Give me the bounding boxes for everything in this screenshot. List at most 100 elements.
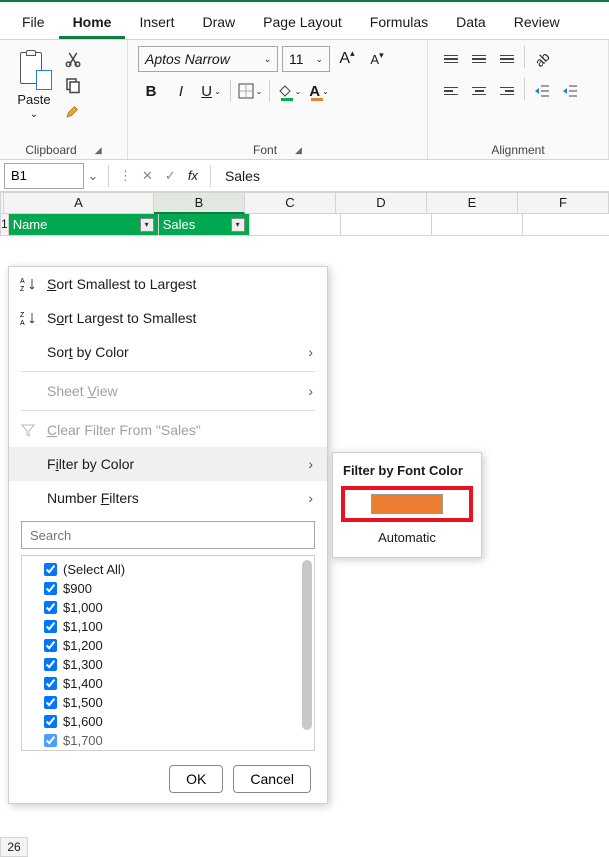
clipboard-label: Clipboard [25, 143, 76, 157]
alignment-group-label: Alignment [491, 143, 544, 157]
check-item[interactable]: $1,600 [28, 712, 308, 731]
cancel-formula-icon[interactable]: ✕ [136, 168, 159, 184]
cell-d1[interactable] [341, 214, 432, 236]
sort-largest-smallest[interactable]: ZA Sort Largest to Smallest [9, 301, 327, 335]
increase-indent[interactable] [557, 78, 583, 104]
fx-icon[interactable]: fx [182, 168, 204, 183]
clear-filter: Clear Filter From "Sales" [9, 413, 327, 447]
group-clipboard: Paste ⌄ Clipboard ◢ [0, 40, 128, 159]
filter-handle-b[interactable]: ▾ [231, 218, 245, 232]
check-item[interactable]: $900 [28, 579, 308, 598]
align-center[interactable] [466, 78, 492, 104]
check-item[interactable]: $1,400 [28, 674, 308, 693]
cell-e1[interactable] [432, 214, 523, 236]
underline-button[interactable]: U⌄ [198, 78, 224, 104]
copy-icon[interactable] [64, 76, 82, 94]
name-box-dropdown[interactable]: ⌄ [84, 168, 102, 184]
font-color-swatch[interactable] [371, 494, 443, 514]
menu-data[interactable]: Data [442, 8, 500, 39]
filter-search-input[interactable] [21, 521, 315, 549]
sort-asc-icon: AZ [19, 275, 37, 293]
filter-handle-a[interactable]: ▾ [140, 218, 154, 232]
formula-input[interactable]: Sales [217, 164, 609, 188]
row-header-26[interactable]: 26 [0, 837, 28, 857]
check-item[interactable]: $1,700 [28, 731, 308, 750]
menu-formulas[interactable]: Formulas [356, 8, 442, 39]
fn-dots-icon[interactable]: ⋮ [115, 168, 136, 184]
format-painter-icon[interactable] [64, 102, 82, 120]
font-color-button[interactable]: A⌄ [306, 78, 332, 104]
automatic-option[interactable]: Automatic [333, 526, 481, 549]
checklist-scrollbar[interactable] [302, 560, 312, 730]
col-header-e[interactable]: E [427, 192, 518, 214]
cancel-button[interactable]: Cancel [233, 765, 311, 793]
row-header-1[interactable]: 1 [0, 214, 9, 236]
decrease-font-icon[interactable]: A▾ [364, 46, 390, 72]
borders-button[interactable]: ⌄ [237, 78, 263, 104]
col-header-f[interactable]: F [518, 192, 609, 214]
fill-color-button[interactable]: ⌄ [276, 78, 302, 104]
sort-by-color[interactable]: Sort by Color › [9, 335, 327, 369]
check-item[interactable]: $1,500 [28, 693, 308, 712]
svg-text:A: A [20, 320, 25, 326]
col-header-c[interactable]: C [245, 192, 336, 214]
cell-f1[interactable] [523, 214, 609, 236]
paste-dropdown[interactable]: ⌄ [30, 109, 38, 120]
align-right[interactable] [494, 78, 520, 104]
menu-draw[interactable]: Draw [188, 8, 249, 39]
paste-button[interactable]: Paste ⌄ [10, 46, 58, 124]
name-box[interactable] [4, 163, 84, 189]
formula-bar: ⌄ ⋮ ✕ ✓ fx Sales [0, 160, 609, 192]
svg-text:A: A [20, 278, 25, 285]
align-bottom[interactable] [494, 46, 520, 72]
font-group-label: Font [253, 143, 277, 157]
color-highlight-box [341, 486, 473, 522]
ok-button[interactable]: OK [169, 765, 223, 793]
check-item[interactable]: $1,100 [28, 617, 308, 636]
menu-file[interactable]: File [8, 8, 59, 39]
check-item[interactable]: $1,200 [28, 636, 308, 655]
align-top[interactable] [438, 46, 464, 72]
font-launcher-icon[interactable]: ◢ [295, 145, 302, 156]
sort-smallest-largest[interactable]: AZ Sort Smallest to Largest [9, 267, 327, 301]
col-header-a[interactable]: A [4, 192, 154, 214]
menu-review[interactable]: Review [500, 8, 574, 39]
menu-home[interactable]: Home [59, 8, 126, 39]
increase-font-icon[interactable]: A▴ [334, 46, 360, 72]
cell-c1[interactable] [250, 214, 341, 236]
check-select-all[interactable]: (Select All) [28, 560, 308, 579]
align-middle[interactable] [466, 46, 492, 72]
filter-by-color[interactable]: Filter by Color › [9, 447, 327, 481]
group-alignment: ab Alignment [428, 40, 609, 159]
menu-insert[interactable]: Insert [125, 8, 188, 39]
clipboard-launcher-icon[interactable]: ◢ [95, 145, 102, 156]
col-header-d[interactable]: D [336, 192, 427, 214]
decrease-indent[interactable] [529, 78, 555, 104]
bold-button[interactable]: B [138, 78, 164, 104]
chevron-right-icon: › [308, 344, 313, 360]
sheet-view: Sheet View › [9, 374, 327, 408]
svg-text:Z: Z [20, 286, 25, 292]
check-item[interactable]: $1,300 [28, 655, 308, 674]
paste-icon [16, 50, 52, 90]
enter-formula-icon[interactable]: ✓ [159, 168, 182, 184]
chevron-right-icon: › [308, 456, 313, 472]
grid: A B C D E F 1 Name ▾ Sales ▾ [0, 192, 609, 236]
clear-filter-icon [19, 421, 37, 439]
font-name-combo[interactable]: Aptos Narrow⌄ [138, 46, 278, 72]
orientation-button[interactable]: ab [529, 46, 555, 72]
col-header-b[interactable]: B [154, 192, 245, 214]
menubar: File Home Insert Draw Page Layout Formul… [0, 2, 609, 40]
cell-b1[interactable]: Sales ▾ [159, 214, 250, 236]
align-left[interactable] [438, 78, 464, 104]
font-size-combo[interactable]: 11⌄ [282, 46, 330, 72]
menu-page-layout[interactable]: Page Layout [249, 8, 356, 39]
cell-a1[interactable]: Name ▾ [9, 214, 159, 236]
check-item[interactable]: $1,000 [28, 598, 308, 617]
cut-icon[interactable] [64, 50, 82, 68]
ribbon: Paste ⌄ Clipboard◢ Aptos Narrow⌄ 11⌄ A▴ … [0, 40, 609, 160]
number-filters[interactable]: Number Filters › [9, 481, 327, 515]
submenu-title: Filter by Font Color [333, 459, 481, 482]
italic-button[interactable]: I [168, 78, 194, 104]
paste-label: Paste [17, 92, 50, 107]
